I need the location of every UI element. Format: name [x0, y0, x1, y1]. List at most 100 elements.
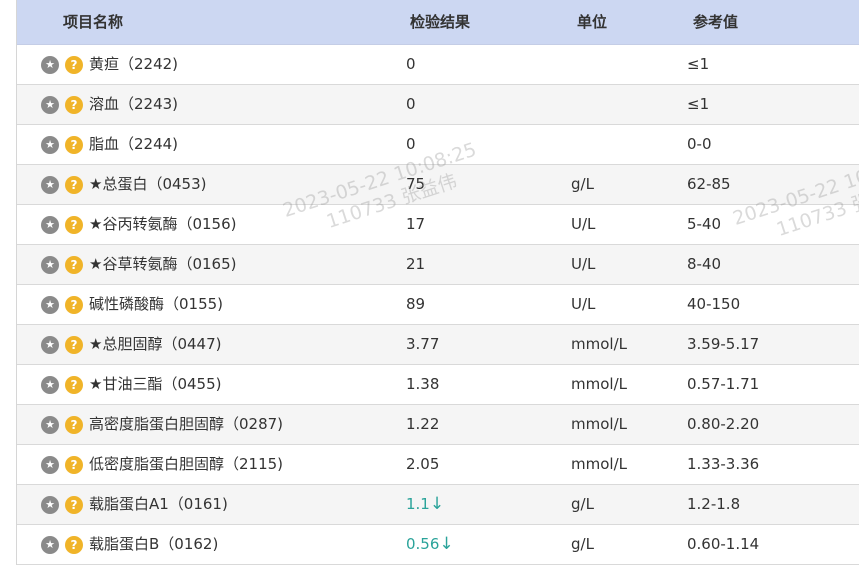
- unit-cell: U/L: [571, 255, 596, 273]
- reference-cell: 0.57-1.71: [687, 375, 760, 393]
- item-name-cell: ★? ★甘油三酯（0455): [41, 365, 221, 404]
- item-name-cell: ★? 高密度脂蛋白胆固醇（0287): [41, 405, 283, 444]
- reference-cell: 40-150: [687, 295, 741, 313]
- item-name: 脂血（2244): [89, 135, 179, 153]
- header-result: 检验结果: [410, 13, 471, 31]
- result-value: 75: [406, 175, 426, 193]
- reference-cell: 0.60-1.14: [687, 535, 760, 553]
- result-cell: 0: [406, 85, 416, 124]
- result-value: 17: [406, 215, 426, 233]
- help-icon[interactable]: ?: [65, 175, 83, 194]
- reference-cell: 1.33-3.36: [687, 455, 760, 473]
- table-row: ★? ★谷草转氨酶（0165) 21 U/L 8-40: [17, 245, 859, 285]
- item-name-cell: ★? ★总胆固醇（0447): [41, 325, 221, 364]
- star-icon[interactable]: ★: [41, 415, 59, 434]
- item-name: ★总胆固醇（0447): [89, 335, 222, 353]
- item-name: 载脂蛋白A1（0161): [89, 495, 228, 513]
- result-value: 3.77: [406, 335, 440, 353]
- help-icon[interactable]: ?: [65, 335, 83, 354]
- lab-results-table: 项目名称 检验结果 单位 参考值 ★? 黄疸（2242) 0 ≤1 ★? 溶血（2243)…: [16, 0, 859, 565]
- help-icon[interactable]: ?: [65, 135, 83, 154]
- item-name: ★总蛋白（0453): [89, 175, 207, 193]
- item-name-cell: ★? 载脂蛋白B（0162): [41, 525, 218, 564]
- star-icon[interactable]: ★: [41, 175, 59, 194]
- star-icon[interactable]: ★: [41, 535, 59, 554]
- item-name: 低密度脂蛋白胆固醇（2115): [89, 455, 284, 473]
- header-unit: 单位: [577, 13, 608, 31]
- help-icon[interactable]: ?: [65, 295, 83, 314]
- unit-cell: mmol/L: [571, 335, 627, 353]
- result-cell: 89: [406, 285, 425, 324]
- result-value: 1.38: [406, 375, 440, 393]
- unit-cell: U/L: [571, 215, 596, 233]
- reference-cell: 62-85: [687, 175, 731, 193]
- star-icon[interactable]: ★: [41, 215, 59, 234]
- reference-cell: 3.59-5.17: [687, 335, 760, 353]
- item-name-cell: ★? ★谷丙转氨酶（0156): [41, 205, 236, 244]
- result-value: 21: [406, 255, 426, 273]
- low-arrow-icon: ↓: [429, 494, 445, 514]
- item-name-cell: ★? 载脂蛋白A1（0161): [41, 485, 228, 524]
- star-icon[interactable]: ★: [41, 495, 59, 514]
- help-icon[interactable]: ?: [65, 95, 83, 114]
- item-name: 高密度脂蛋白胆固醇（0287): [89, 415, 284, 433]
- unit-cell: g/L: [571, 495, 594, 513]
- star-icon[interactable]: ★: [41, 135, 59, 154]
- table-row: ★? 脂血（2244) 0 0-0: [17, 125, 859, 165]
- result-value: 0: [406, 135, 416, 153]
- result-value: 1.1: [406, 495, 430, 513]
- star-icon[interactable]: ★: [41, 455, 59, 474]
- table-row: ★? 载脂蛋白A1（0161) 1.1↓ g/L 1.2-1.8: [17, 485, 859, 525]
- result-cell: 17: [406, 205, 425, 244]
- result-value: 2.05: [406, 455, 440, 473]
- reference-cell: ≤1: [687, 55, 710, 73]
- reference-cell: 0-0: [687, 135, 712, 153]
- item-name-cell: ★? ★总蛋白（0453): [41, 165, 206, 204]
- result-cell: 0: [406, 125, 416, 164]
- help-icon[interactable]: ?: [65, 415, 83, 434]
- unit-cell: g/L: [571, 535, 594, 553]
- reference-cell: ≤1: [687, 95, 710, 113]
- item-name-cell: ★? 碱性磷酸酶（0155): [41, 285, 223, 324]
- item-name-cell: ★? 低密度脂蛋白胆固醇（2115): [41, 445, 283, 484]
- item-name: ★谷丙转氨酶（0156): [89, 215, 237, 233]
- result-value: 89: [406, 295, 426, 313]
- star-icon[interactable]: ★: [41, 375, 59, 394]
- header-reference: 参考值: [693, 13, 739, 31]
- unit-cell: g/L: [571, 175, 594, 193]
- star-icon[interactable]: ★: [41, 255, 59, 274]
- help-icon[interactable]: ?: [65, 455, 83, 474]
- star-icon[interactable]: ★: [41, 295, 59, 314]
- result-cell: 0: [406, 45, 416, 84]
- item-name-cell: ★? 黄疸（2242): [41, 45, 178, 84]
- item-name-cell: ★? ★谷草转氨酶（0165): [41, 245, 236, 284]
- result-cell: 75: [406, 165, 425, 204]
- table-row: ★? 溶血（2243) 0 ≤1: [17, 85, 859, 125]
- table-row: ★? 高密度脂蛋白胆固醇（0287) 1.22 mmol/L 0.80-2.20: [17, 405, 859, 445]
- unit-cell: mmol/L: [571, 375, 627, 393]
- star-icon[interactable]: ★: [41, 55, 59, 74]
- result-cell: 1.38: [406, 365, 439, 404]
- help-icon[interactable]: ?: [65, 255, 83, 274]
- table-row: ★? ★总胆固醇（0447) 3.77 mmol/L 3.59-5.17: [17, 325, 859, 365]
- reference-cell: 1.2-1.8: [687, 495, 741, 513]
- star-icon[interactable]: ★: [41, 95, 59, 114]
- table-header: 项目名称 检验结果 单位 参考值: [17, 0, 859, 45]
- help-icon[interactable]: ?: [65, 55, 83, 74]
- item-name: 载脂蛋白B（0162): [89, 535, 219, 553]
- star-icon[interactable]: ★: [41, 335, 59, 354]
- table-row: ★? 低密度脂蛋白胆固醇（2115) 2.05 mmol/L 1.33-3.36: [17, 445, 859, 485]
- result-value: 1.22: [406, 415, 440, 433]
- help-icon[interactable]: ?: [65, 495, 83, 514]
- help-icon[interactable]: ?: [65, 375, 83, 394]
- help-icon[interactable]: ?: [65, 535, 83, 554]
- result-cell: 3.77: [406, 325, 439, 364]
- item-name: 碱性磷酸酶（0155): [89, 295, 224, 313]
- unit-cell: mmol/L: [571, 455, 627, 473]
- table-row: ★? 碱性磷酸酶（0155) 89 U/L 40-150: [17, 285, 859, 325]
- help-icon[interactable]: ?: [65, 215, 83, 234]
- result-cell: 1.22: [406, 405, 439, 444]
- table-row: ★? ★总蛋白（0453) 75 g/L 62-85: [17, 165, 859, 205]
- table-row: ★? ★谷丙转氨酶（0156) 17 U/L 5-40: [17, 205, 859, 245]
- item-name: ★甘油三酯（0455): [89, 375, 222, 393]
